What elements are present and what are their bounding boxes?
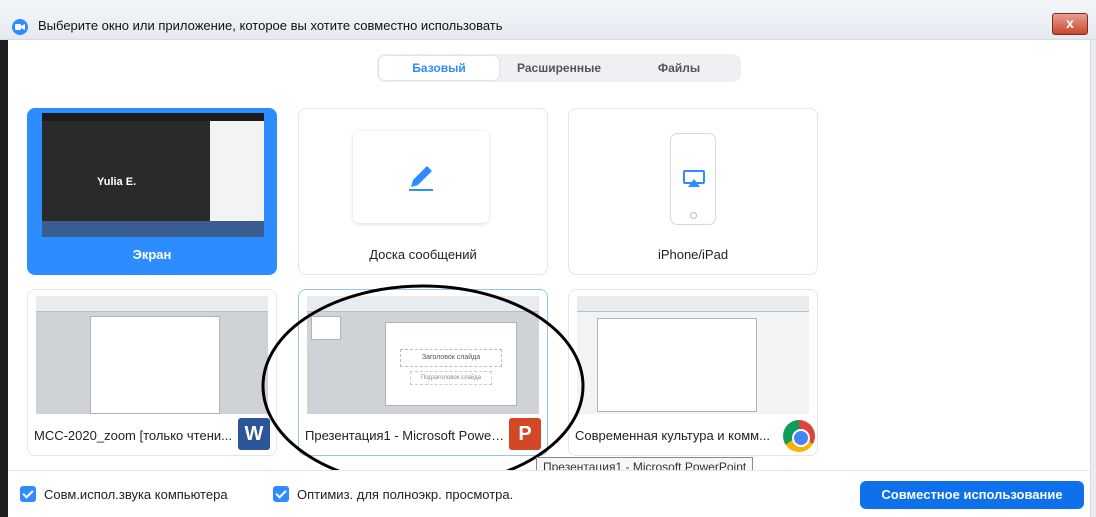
word-icon: W [238, 418, 270, 450]
share-audio-label: Совм.испол.звука компьютера [44, 486, 228, 502]
video-preview: Yulia E. [42, 121, 210, 221]
share-audio-checkbox[interactable]: Совм.испол.звука компьютера [20, 486, 228, 502]
tile-label: iPhone/iPad [657, 247, 729, 262]
optimize-video-checkbox[interactable]: Оптимиз. для полноэкр. просмотра. [273, 486, 513, 502]
document-page-preview [90, 316, 220, 414]
tile-label: Доска сообщений [369, 247, 477, 262]
slide-subtitle-placeholder: Подзаголовок слайда [410, 371, 492, 385]
tile-label: MCC-2020_zoom [только чтени... [34, 428, 232, 443]
tile-powerpoint-window[interactable]: Заголовок слайда Подзаголовок слайда Пре… [298, 289, 548, 456]
checkbox-checked-icon[interactable] [20, 486, 36, 502]
tab-basic[interactable]: Базовый [379, 56, 499, 80]
taskbar-preview [42, 221, 264, 237]
tab-advanced[interactable]: Расширенные [499, 56, 619, 80]
share-tabs: Базовый Расширенные Файлы [377, 54, 741, 82]
ribbon-preview [36, 296, 268, 312]
participant-name: Yulia E. [97, 176, 137, 188]
screen-preview: Yulia E. [42, 113, 264, 237]
airplay-icon [683, 170, 705, 187]
powerpoint-preview: Заголовок слайда Подзаголовок слайда [307, 296, 539, 414]
share-button[interactable]: Совместное использование [860, 481, 1084, 509]
slide-title-placeholder: Заголовок слайда [400, 349, 502, 367]
window-frame [0, 40, 8, 517]
pencil-icon [409, 166, 433, 191]
tile-word-window[interactable]: MCC-2020_zoom [только чтени... W [27, 289, 277, 456]
spreadsheet-preview [597, 318, 757, 412]
phone-preview [670, 133, 716, 225]
optimize-video-label: Оптимиз. для полноэкр. просмотра. [297, 486, 514, 502]
tile-iphone-ipad[interactable]: iPhone/iPad [568, 108, 818, 275]
home-button-icon [690, 212, 697, 219]
tile-label: Презентация1 - Microsoft Power... [305, 428, 505, 443]
powerpoint-icon: P [509, 418, 541, 450]
slide-thumbnail-preview [311, 316, 341, 340]
browser-toolbar-preview [577, 296, 809, 312]
whiteboard-preview [353, 131, 489, 223]
title-bar: Выберите окно или приложение, которое вы… [0, 0, 1096, 40]
tab-files[interactable]: Файлы [619, 56, 739, 80]
checkbox-checked-icon[interactable] [273, 486, 289, 502]
word-preview [36, 296, 268, 414]
slide-preview: Заголовок слайда Подзаголовок слайда [385, 322, 517, 406]
tile-screen[interactable]: Yulia E. Экран [27, 108, 277, 275]
window-frame-right [1090, 40, 1096, 517]
participants-panel-preview [210, 121, 264, 221]
close-button[interactable]: x [1052, 13, 1088, 35]
tile-label: Современная культура и комм... [575, 428, 770, 443]
zoom-icon [12, 19, 28, 35]
tile-label: Экран [132, 247, 172, 262]
chrome-preview [577, 296, 809, 414]
window-title: Выберите окно или приложение, которое вы… [38, 18, 503, 33]
tile-whiteboard[interactable]: Доска сообщений [298, 108, 548, 275]
tile-chrome-window[interactable]: Современная культура и комм... [568, 289, 818, 456]
ribbon-preview [307, 296, 539, 312]
chrome-icon [783, 420, 815, 452]
